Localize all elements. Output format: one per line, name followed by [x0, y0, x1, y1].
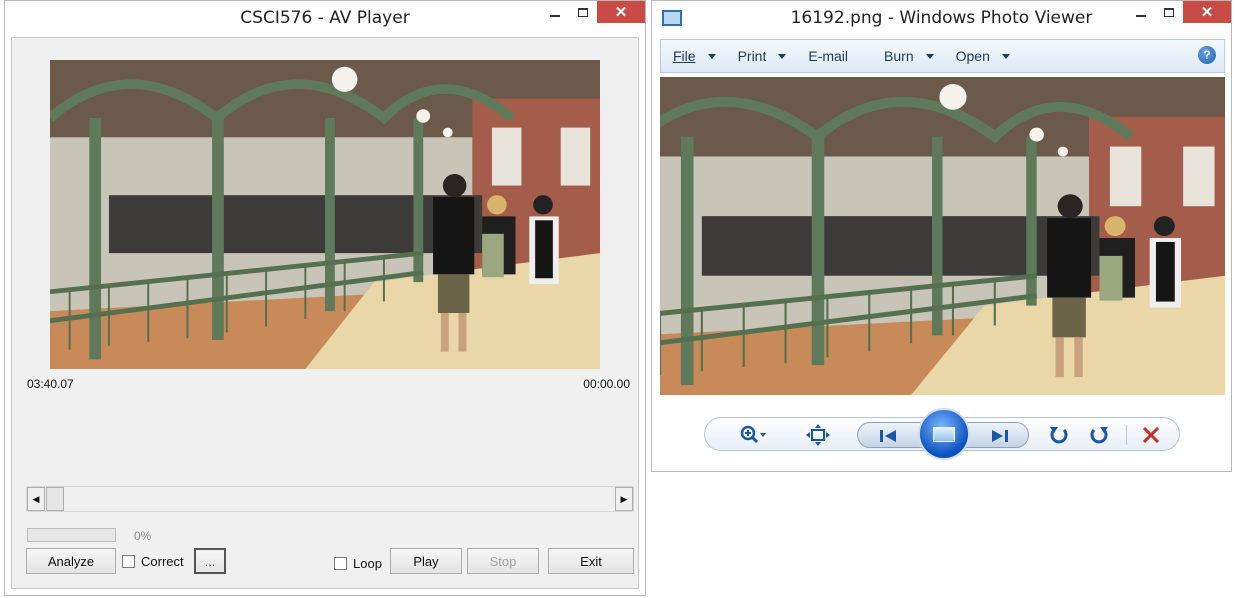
loop-checkbox-box[interactable]: [334, 557, 347, 570]
viewer-toolbar: [704, 408, 1180, 460]
maximize-button[interactable]: [569, 1, 597, 23]
minimize-icon: [550, 15, 560, 17]
browse-button[interactable]: ...: [194, 548, 226, 574]
menu-file[interactable]: File: [673, 48, 716, 64]
close-icon: ✕: [1200, 4, 1214, 21]
scroll-thumb[interactable]: [46, 487, 64, 511]
next-glyph: [992, 430, 1008, 442]
next-icon[interactable]: [988, 425, 1012, 447]
caption-buttons: ✕: [541, 1, 645, 25]
help-icon[interactable]: ?: [1198, 46, 1216, 64]
av-player-window: CSCI576 - AV Player ✕ 03:40.07 00:00.00 …: [4, 0, 646, 596]
maximize-icon: [1164, 7, 1174, 17]
exit-button[interactable]: Exit: [548, 548, 634, 574]
player-client-area: 03:40.07 00:00.00 ◀ ▶ 0% Analyze Correct…: [11, 37, 639, 589]
delete-glyph: [1142, 426, 1160, 444]
scroll-left-icon: ◀: [32, 493, 40, 504]
chevron-down-icon: [707, 53, 716, 59]
video-image: [50, 60, 600, 369]
correct-checkbox[interactable]: Correct: [122, 554, 184, 569]
actual-size-glyph: [806, 424, 830, 446]
correct-checkbox-label: Correct: [141, 554, 184, 569]
menu-open[interactable]: Open: [956, 48, 1010, 64]
minimize-button[interactable]: [541, 1, 569, 23]
menu-open-label: Open: [955, 48, 990, 64]
slideshow-icon: [933, 426, 955, 442]
menu-print[interactable]: Print: [738, 48, 787, 64]
close-button[interactable]: ✕: [1183, 1, 1231, 23]
analyze-button[interactable]: Analyze: [26, 548, 116, 574]
minimize-button[interactable]: [1127, 1, 1155, 23]
photo-display[interactable]: [660, 77, 1225, 395]
play-button[interactable]: Play: [390, 548, 462, 574]
rotate-cw-glyph: [1090, 427, 1108, 444]
maximize-icon: [578, 7, 588, 17]
scroll-left-button[interactable]: ◀: [27, 487, 45, 511]
toolbar-divider: [1126, 425, 1127, 445]
chevron-down-icon: [778, 53, 787, 59]
close-button[interactable]: ✕: [597, 1, 645, 23]
stop-button[interactable]: Stop: [467, 548, 539, 574]
menu-burn[interactable]: Burn: [884, 48, 934, 64]
photo-image: [660, 77, 1225, 395]
actual-size-icon[interactable]: [805, 424, 831, 446]
close-icon: ✕: [614, 4, 628, 21]
maximize-button[interactable]: [1155, 1, 1183, 23]
menu-burn-label: Burn: [884, 48, 914, 64]
rotate-cw-icon[interactable]: [1087, 424, 1111, 446]
elapsed-time: 03:40.07: [27, 377, 74, 391]
menu-email-label: E-mail: [808, 48, 849, 64]
current-time: 00:00.00: [583, 377, 630, 391]
loop-checkbox-label: Loop: [353, 556, 382, 571]
scroll-right-icon: ▶: [620, 493, 628, 504]
chevron-down-icon: [925, 53, 934, 59]
menu-email[interactable]: E-mail: [808, 48, 848, 64]
delete-icon[interactable]: [1139, 424, 1163, 446]
previous-icon[interactable]: [876, 425, 900, 447]
loop-checkbox[interactable]: Loop: [334, 556, 382, 571]
photo-viewer-window: 16192.png - Windows Photo Viewer ✕ File …: [651, 0, 1232, 472]
correct-checkbox-box[interactable]: [122, 555, 135, 568]
analysis-progress-bar: [27, 528, 116, 542]
chevron-down-icon: [1001, 53, 1010, 59]
menu-file-label: File: [673, 48, 696, 64]
seek-scrollbar[interactable]: ◀ ▶: [26, 486, 634, 512]
minimize-icon: [1136, 15, 1146, 17]
slideshow-button[interactable]: [918, 408, 970, 460]
rotate-ccw-glyph: [1050, 427, 1068, 444]
zoom-glyph: [740, 425, 766, 444]
zoom-icon[interactable]: [735, 424, 771, 446]
scroll-right-button[interactable]: ▶: [615, 487, 633, 511]
menu-bar: File Print E-mail Burn Open ?: [660, 39, 1225, 73]
rotate-ccw-icon[interactable]: [1047, 424, 1071, 446]
menu-print-label: Print: [737, 48, 767, 64]
previous-glyph: [880, 430, 896, 442]
video-frame[interactable]: [50, 60, 600, 369]
caption-buttons: ✕: [1127, 1, 1231, 25]
progress-percent-label: 0%: [134, 529, 152, 543]
